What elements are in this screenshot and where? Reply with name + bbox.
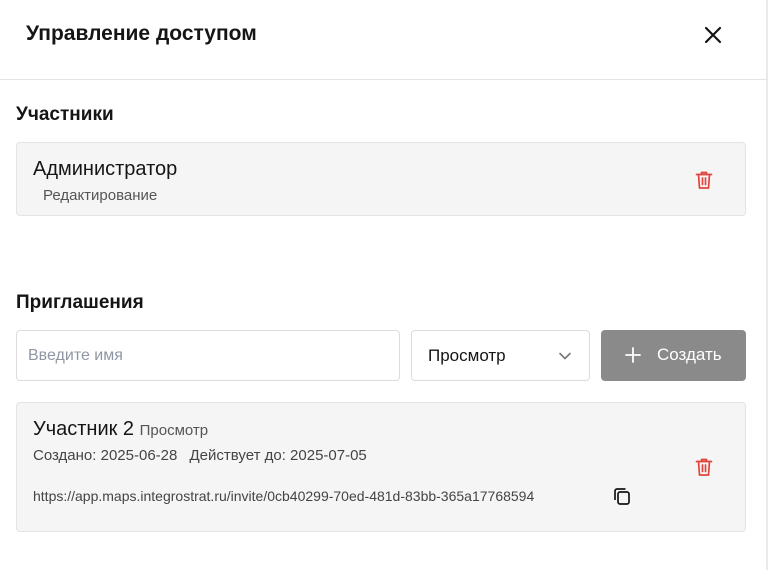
trash-icon [695, 458, 713, 476]
copy-icon [614, 488, 630, 505]
delete-member-button[interactable] [693, 169, 715, 191]
create-invite-button[interactable]: Создать [601, 330, 746, 381]
plus-icon [625, 347, 641, 363]
members-section-title: Участники [16, 104, 114, 125]
create-button-label: Создать [657, 345, 722, 364]
role-select-value: Просмотр [428, 346, 506, 365]
invite-name-input[interactable] [16, 330, 400, 381]
dialog-header: Управление доступом [0, 0, 766, 80]
invitations-section-title: Приглашения [16, 292, 144, 313]
member-role: Редактирование [43, 187, 158, 204]
chevron-down-icon [559, 352, 571, 360]
invitation-url: https://app.maps.integrostrat.ru/invite/… [33, 488, 535, 504]
invitation-expires: Действует до: 2025-07-05 [189, 447, 367, 464]
invitation-dates: Создано: 2025-06-28 Действует до: 2025-0… [33, 447, 367, 464]
role-select[interactable]: Просмотр [411, 330, 590, 381]
invitation-name: Участник 2 [33, 418, 135, 440]
member-card: Администратор Редактирование [16, 142, 746, 216]
invitation-role: Просмотр [139, 422, 209, 439]
invitation-name-line: Участник 2 Просмотр [33, 418, 208, 441]
close-button[interactable] [698, 20, 728, 50]
invitation-created: Создано: 2025-06-28 [33, 447, 178, 464]
access-management-dialog: Управление доступом Участники Администра… [0, 0, 766, 570]
member-name: Администратор [33, 158, 178, 180]
delete-invitation-button[interactable] [693, 456, 715, 478]
trash-icon [695, 171, 713, 189]
close-icon [704, 26, 722, 44]
copy-link-button[interactable] [611, 485, 633, 507]
invitation-card: Участник 2 Просмотр Создано: 2025-06-28 … [16, 402, 746, 532]
dialog-title: Управление доступом [26, 22, 257, 45]
